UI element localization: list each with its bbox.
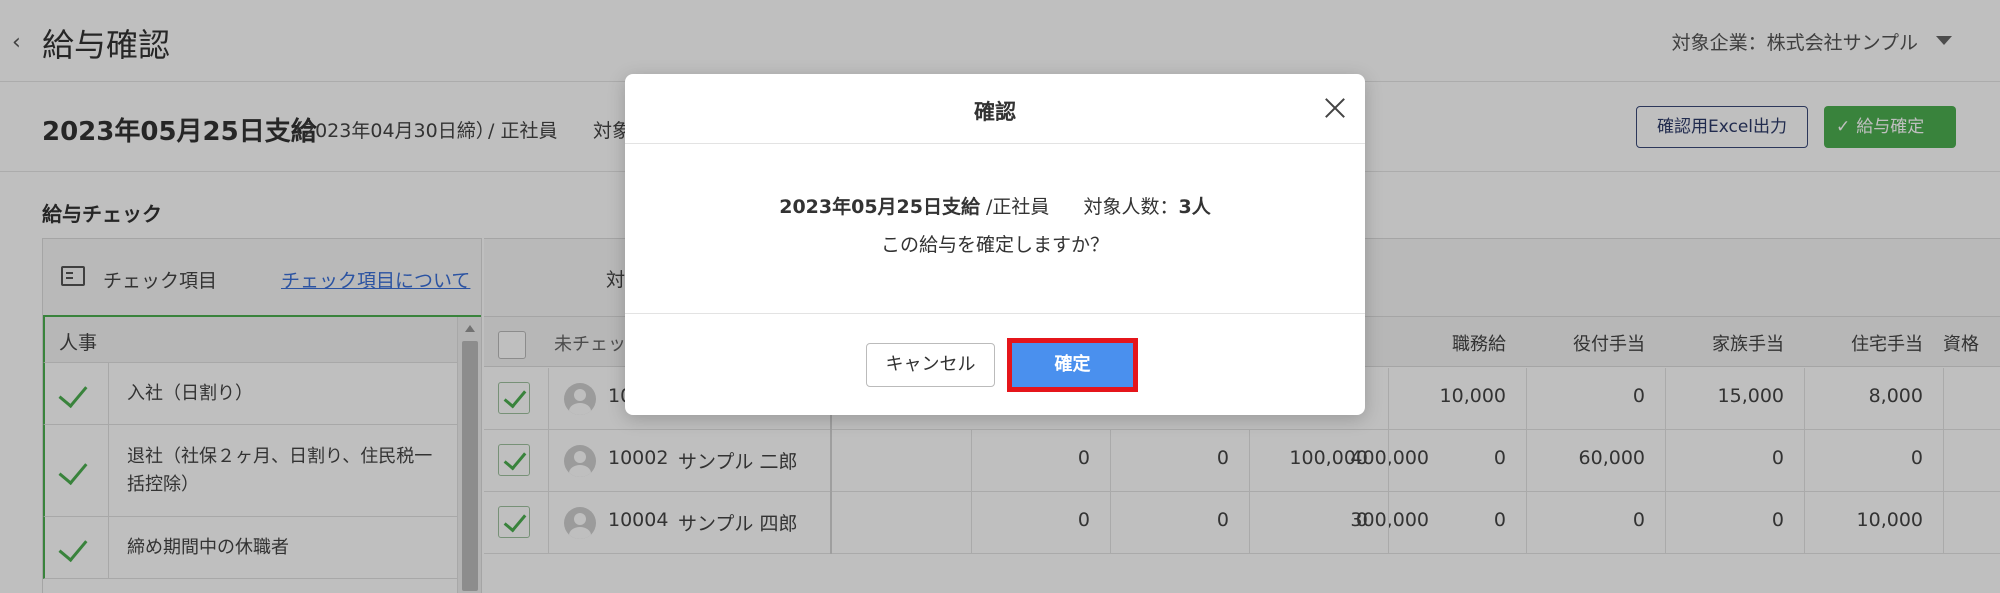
payroll-confirm-page: ‹ 給与確認 対象企業：株式会社サンプル 2023年05月25日支給 （2023… [0,0,2000,593]
dialog-count-label: 対象人数： [1083,196,1179,218]
dialog-employment: /正社員 [986,196,1050,218]
dialog-title: 確認 [974,100,1016,124]
dialog-header: 確認 [625,74,1365,144]
confirm-dialog: 確認 2023年05月25日支給 /正社員 対象人数：3人 この給与を確定します… [625,74,1365,415]
dialog-question: この給与を確定しますか？ [880,234,1109,256]
close-icon[interactable] [1323,96,1347,120]
dialog-pay-date: 2023年05月25日支給 [779,196,980,218]
dialog-summary: 2023年05月25日支給 /正社員 対象人数：3人 [625,192,1365,219]
dialog-count-value: 3人 [1178,196,1211,218]
cancel-button[interactable]: キャンセル [866,343,995,387]
confirm-button[interactable]: 確定 [1007,338,1138,392]
dialog-body: 2023年05月25日支給 /正社員 対象人数：3人 この給与を確定しますか？ [625,144,1365,314]
